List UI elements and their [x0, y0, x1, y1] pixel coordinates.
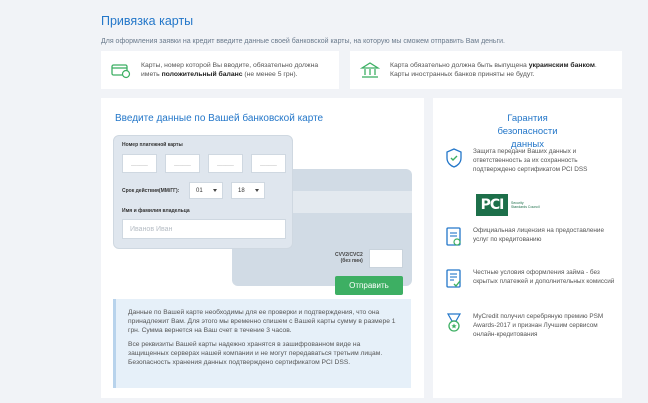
guarantee-item: Честные условия оформления займа - без с… [444, 268, 617, 290]
info-paragraph: Все реквизиты Вашей карты надежно хранят… [128, 340, 383, 367]
page-title: Привязка карты [101, 14, 194, 28]
expiry-label: Срок действия(ММ/ГГ): [122, 188, 180, 194]
license-document-icon [446, 227, 461, 246]
chevron-down-icon [255, 189, 259, 192]
guarantee-text: Официальная лицензия на предоставление у… [473, 227, 605, 243]
guarantee-text: Честные условия оформления займа - без с… [473, 269, 615, 285]
notice-ukrainian-bank: Карта обязательно должна быть выпущена у… [350, 51, 622, 89]
card-front: Номер платежной карты ______ ______ ____… [113, 135, 293, 249]
guarantee-item: MyCredit получил серебряную премию PSM A… [444, 312, 617, 339]
bank-icon [360, 62, 380, 78]
page-subtitle: Для оформления заявки на кредит введите … [101, 38, 505, 45]
guarantee-text: MyCredit получил серебряную премию PSM A… [473, 313, 604, 338]
pci-dss-logo: PCI Security Standards Council [476, 194, 546, 216]
cvv-input[interactable] [369, 249, 403, 268]
shield-icon [446, 148, 462, 168]
guarantee-text: Защита передачи Ваших данных и ответстве… [473, 148, 588, 173]
card-number-input-3[interactable]: ______ [208, 154, 243, 173]
notice-bold-text: положительный баланс [161, 71, 243, 78]
info-paragraph: Данные по Вашей карте необходимы для ее … [128, 309, 396, 335]
security-guarantee-panel: Гарантия безопасности данных Защита пере… [433, 98, 622, 398]
guarantee-title: Гарантия безопасности данных [497, 113, 558, 150]
guarantee-item: Защита передачи Ваших данных и ответстве… [444, 147, 617, 174]
award-icon [446, 313, 462, 332]
month-select[interactable]: 01 [189, 182, 223, 199]
cvv-label: CVV2/CVC2 (без пин) [335, 252, 363, 264]
guarantee-item: Официальная лицензия на предоставление у… [444, 226, 617, 248]
holder-name-input[interactable]: Иванов Иван [122, 219, 286, 239]
submit-button[interactable]: Отправить [335, 276, 403, 295]
holder-label: Имя и фамилия владельца [122, 208, 190, 214]
form-title: Введите данные по Вашей банковской карте [115, 113, 324, 124]
card-number-input-1[interactable]: ______ [122, 154, 157, 173]
credit-card-icon [111, 64, 131, 79]
card-form-panel: Введите данные по Вашей банковской карте… [101, 98, 424, 398]
info-box: Данные по Вашей карте необходимы для ее … [113, 299, 411, 388]
card-number-input-4[interactable]: ______ [251, 154, 286, 173]
card-number-input-2[interactable]: ______ [165, 154, 200, 173]
chevron-down-icon [213, 189, 217, 192]
card-number-label: Номер платежной карты [122, 142, 183, 148]
conditions-document-icon [446, 269, 461, 288]
notice-positive-balance: Карты, номер которой Вы вводите, обязате… [101, 51, 339, 89]
notice-text: (не менее 5 грн). [242, 71, 298, 78]
notice-bold-text: украинским банком [528, 62, 595, 69]
year-select[interactable]: 18 [231, 182, 265, 199]
notice-text: Карта обязательно должна быть выпущена [390, 62, 529, 69]
